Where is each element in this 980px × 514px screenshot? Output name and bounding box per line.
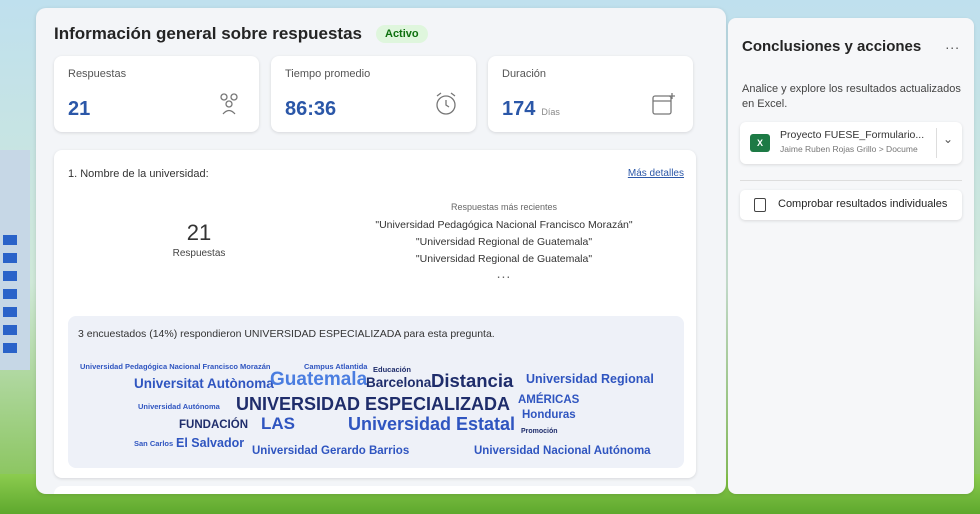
divider: [740, 180, 962, 181]
response-count: 21 Respuestas: [144, 220, 254, 259]
duration-unit: Días: [541, 107, 560, 117]
check-individual-results-button[interactable]: Comprobar resultados individuales: [740, 190, 962, 220]
average-time-card: Tiempo promedio 86:36: [271, 56, 476, 132]
next-question-card-edge: [54, 486, 696, 494]
response-count-label: Respuestas: [172, 248, 226, 259]
word-cloud-term[interactable]: Universidad Nacional Autónoma: [474, 445, 651, 457]
document-check-icon: [754, 198, 766, 212]
file-name: Proyecto FUESE_Formulario...: [780, 129, 925, 141]
word-cloud-term[interactable]: Promoción: [521, 428, 558, 435]
word-cloud-term[interactable]: UNIVERSIDAD ESPECIALIZADA: [236, 394, 510, 415]
recent-response: "Universidad Regional de Guatemala": [415, 236, 593, 248]
more-options-icon[interactable]: ...: [945, 36, 960, 52]
duration-card: Duración 174 Días: [488, 56, 693, 132]
word-cloud-term[interactable]: Universidad Regional: [526, 372, 654, 386]
response-overview-panel: Información general sobre respuestas Act…: [36, 8, 726, 494]
recent-responses-ellipsis: ...: [496, 265, 512, 281]
file-path: Jaime Ruben Rojas Grillo > Docume: [780, 144, 918, 154]
chevron-down-icon[interactable]: ⌄: [943, 132, 953, 146]
word-cloud-panel: 3 encuestados (14%) respondieron UNIVERS…: [68, 316, 684, 468]
duration-value: 174 Días: [502, 98, 560, 120]
word-cloud-term[interactable]: Guatemala: [270, 369, 367, 391]
word-cloud-term[interactable]: Universidad Estatal: [348, 414, 515, 435]
word-cloud-term[interactable]: Universitat Autònoma: [134, 376, 274, 391]
excel-file-card[interactable]: X Proyecto FUESE_Formulario... Jaime Rub…: [740, 122, 962, 164]
word-cloud-term[interactable]: Universidad Pedagógica Nacional Francisc…: [80, 362, 270, 371]
average-time-value: 86:36: [285, 98, 337, 120]
overview-header: Información general sobre respuestas Act…: [54, 24, 428, 44]
word-cloud-term[interactable]: San Carlos: [134, 439, 173, 448]
people-icon: [220, 93, 238, 115]
excel-description: Analice y explore los resultados actuali…: [742, 83, 961, 110]
alarm-clock-icon: [436, 92, 456, 115]
conclusions-panel: Conclusiones y acciones ... Analice y ex…: [728, 18, 974, 494]
more-details-link[interactable]: Más detalles: [628, 168, 684, 179]
word-cloud-term[interactable]: FUNDACIÓN: [179, 419, 248, 431]
responses-card: Respuestas 21: [54, 56, 259, 132]
excel-icon: X: [750, 134, 770, 152]
word-cloud-term[interactable]: Educación: [373, 365, 411, 374]
calendar-icon: [652, 93, 675, 115]
question-title: 1. Nombre de la universidad:: [68, 168, 209, 180]
status-badge: Activo: [376, 25, 428, 43]
word-cloud-term[interactable]: AMÉRICAS: [518, 394, 579, 406]
responses-value: 21: [68, 98, 91, 120]
word-cloud-term[interactable]: Distancia: [431, 370, 513, 392]
recent-response: "Universidad Pedagógica Nacional Francis…: [375, 219, 633, 231]
word-cloud-term[interactable]: Universidad Gerardo Barrios: [252, 445, 409, 457]
background-windows: [3, 235, 17, 355]
file-divider: [936, 128, 937, 158]
word-cloud-term[interactable]: El Salvador: [176, 436, 244, 450]
recent-responses: Respuestas más recientes "Universidad Pe…: [344, 202, 664, 281]
word-cloud-term[interactable]: LAS: [261, 414, 295, 434]
word-cloud-term[interactable]: Barcelona: [366, 375, 431, 390]
check-individual-results-label: Comprobar resultados individuales: [778, 198, 948, 210]
conclusions-title: Conclusiones y acciones: [742, 38, 922, 55]
average-time-label: Tiempo promedio: [285, 68, 371, 80]
word-cloud-term[interactable]: Honduras: [522, 409, 576, 421]
word-cloud-term[interactable]: Universidad Autónoma: [138, 402, 220, 411]
recent-responses-title: Respuestas más recientes: [450, 202, 558, 212]
insight-text: 3 encuestados (14%) respondieron UNIVERS…: [78, 328, 495, 340]
responses-label: Respuestas: [68, 68, 127, 80]
overview-title: Información general sobre respuestas: [54, 24, 362, 43]
question-card: 1. Nombre de la universidad: Más detalle…: [54, 150, 696, 478]
duration-label: Duración: [502, 68, 547, 80]
response-count-number: 21: [186, 220, 212, 245]
